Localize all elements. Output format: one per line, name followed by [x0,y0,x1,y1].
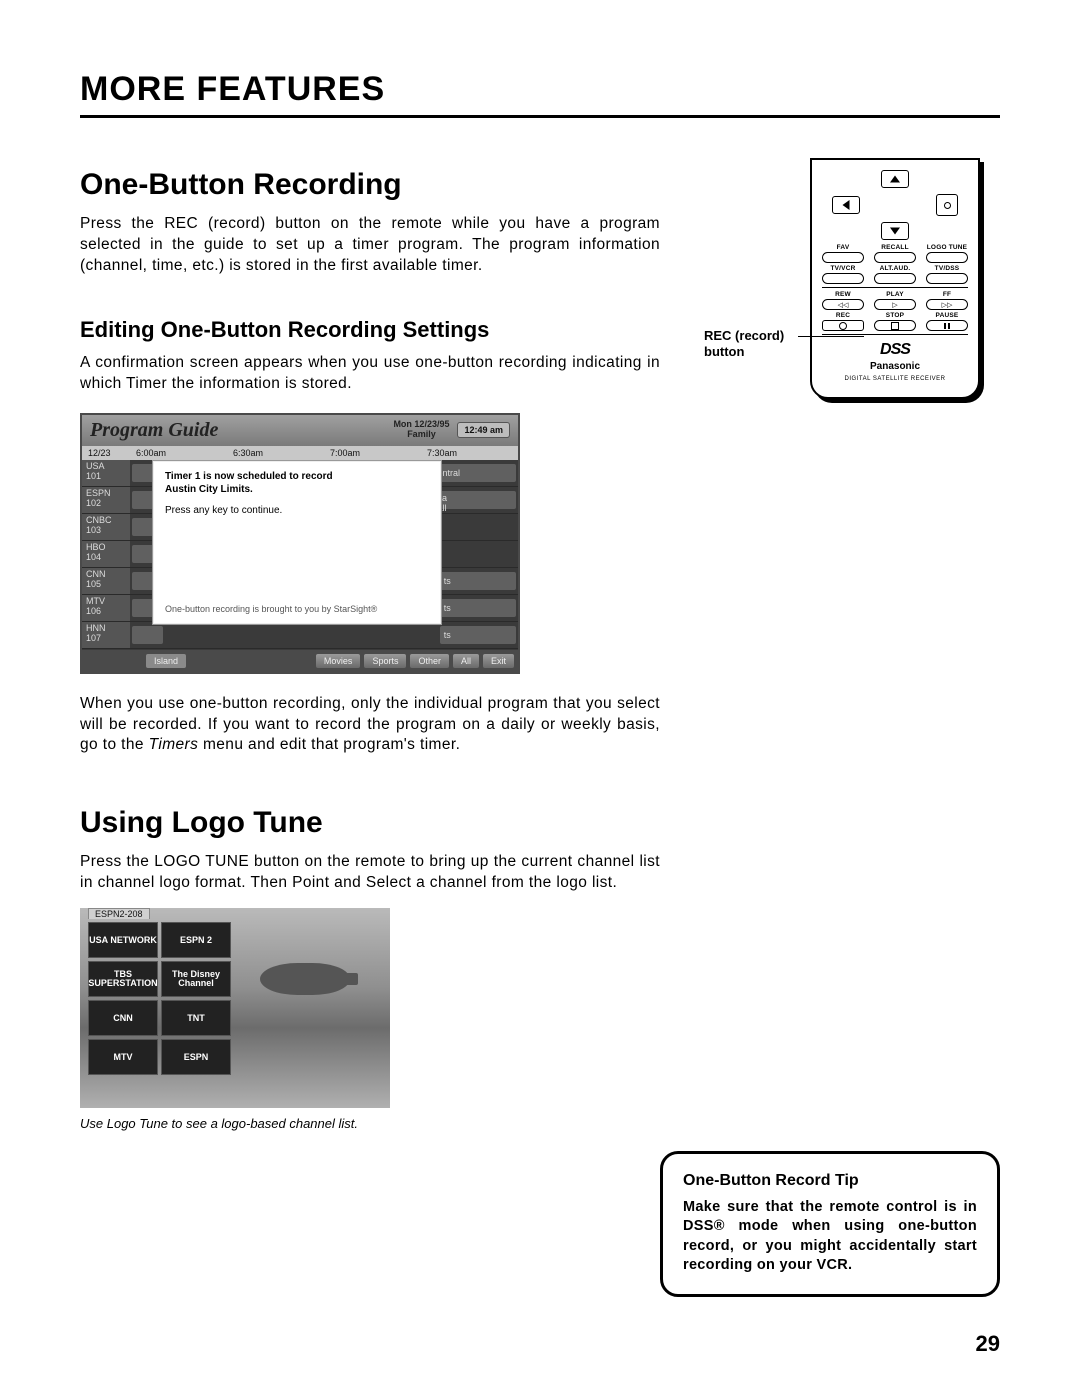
popup-line1: Timer 1 is now scheduled to record [165,471,429,482]
callout-line [798,336,864,337]
play-icon [874,299,916,310]
remote-subtitle: DIGITAL SATELLITE RECEIVER [822,376,968,383]
section2-title: Using Logo Tune [80,806,660,840]
pause-icon [926,320,968,331]
guide-title: Program Guide [90,419,393,442]
left-column: One-Button Recording Press the REC (reco… [80,168,660,1131]
logo-cell: The Disney Channel [161,961,231,997]
logo-cell: CNN [88,1000,158,1036]
guide-btn-island: Island [146,654,186,668]
section1-para2: A confirmation screen appears when you u… [80,353,660,395]
guide-btn-other: Other [410,654,449,668]
section2-para1: Press the LOGO TUNE button on the remote… [80,852,660,894]
popup-line3: Press any key to continue. [165,505,429,516]
right-column: REC (record) button FAV RECALL LOGO TUNE… [680,168,980,1131]
page-number: 29 [976,1331,1000,1357]
tip-title: One-Button Record Tip [683,1172,977,1190]
dpad-left-icon [832,196,860,214]
page-header: MORE FEATURES [80,70,1000,118]
rewind-icon [822,299,864,310]
dpad-up-icon [881,170,909,188]
popup-line2: Austin City Limits. [165,484,429,495]
rec-button-callout: REC (record) button [704,328,804,359]
record-icon [822,320,864,331]
section1-subtitle: Editing One-Button Recording Settings [80,317,660,343]
dpad-down-icon [881,222,909,240]
dpad-select-icon [936,194,958,216]
guide-btn-sports: Sports [364,654,406,668]
guide-col-0: 6:00am [130,446,227,460]
logo-cell: MTV [88,1039,158,1075]
guide-category: Family [407,429,436,439]
section1-para3: When you use one-button recording, only … [80,694,660,757]
guide-btn-exit: Exit [483,654,514,668]
logo-cell: TNT [161,1000,231,1036]
guide-col-date: 12/23 [82,446,130,460]
guide-col-3: 7:30am [421,446,518,460]
dss-logo: DSS [822,341,968,359]
guide-popup: Timer 1 is now scheduled to record Austi… [152,460,442,625]
section1-title: One-Button Recording [80,168,660,202]
logo-cell: ESPN [161,1039,231,1075]
program-guide-screenshot: Program Guide Mon 12/23/95 Family 12:49 … [80,413,520,674]
guide-date: Mon 12/23/95 [393,419,449,429]
logo-cell: USA NETWORK [88,922,158,958]
logo-tune-screenshot: ESPN2-208 USA NETWORK ESPN 2 TBS SUPERST… [80,908,390,1108]
guide-btn-all: All [453,654,479,668]
panasonic-logo: Panasonic [822,361,968,372]
blimp-graphic [260,963,350,995]
section1-para1: Press the REC (record) button on the rem… [80,214,660,277]
logo-cell: TBS SUPERSTATION [88,961,158,997]
logo-cell: ESPN 2 [161,922,231,958]
content-row: One-Button Recording Press the REC (reco… [80,168,1000,1131]
guide-clock: 12:49 am [457,422,510,438]
guide-btn-movies: Movies [316,654,361,668]
fast-forward-icon [926,299,968,310]
remote-control-diagram: FAV RECALL LOGO TUNE TV/VCR ALT.AUD. TV/… [810,158,980,399]
guide-col-2: 7:00am [324,446,421,460]
popup-line4: One-button recording is brought to you b… [165,604,377,614]
guide-col-1: 6:30am [227,446,324,460]
logo-caption: Use Logo Tune to see a logo-based channe… [80,1116,660,1131]
logo-header: ESPN2-208 [88,908,150,919]
tip-box: One-Button Record Tip Make sure that the… [660,1151,1000,1297]
tip-body: Make sure that the remote control is in … [683,1198,977,1276]
stop-icon [874,320,916,331]
